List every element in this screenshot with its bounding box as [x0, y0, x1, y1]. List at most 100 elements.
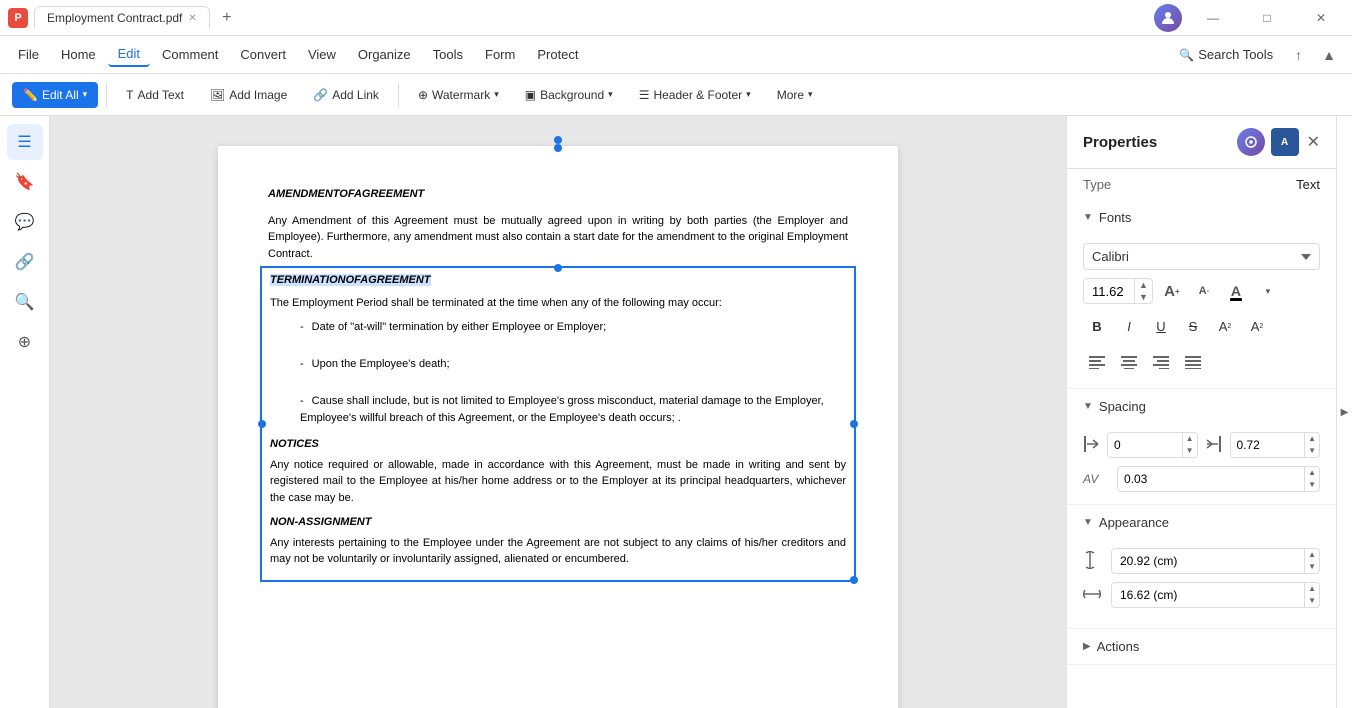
menu-item-home[interactable]: Home — [51, 43, 106, 66]
document-area[interactable]: AMENDMENTOFAGREEMENT Any Amendment of th… — [50, 116, 1066, 708]
font-size-up[interactable]: ▲ — [1135, 279, 1152, 291]
add-image-icon: 🖼 — [210, 88, 225, 102]
menu-item-form[interactable]: Form — [475, 43, 525, 66]
background-arrow: ▾ — [608, 89, 613, 100]
menu-item-convert[interactable]: Convert — [230, 43, 296, 66]
spacing-av-input[interactable]: 0.03 ▲ ▼ — [1117, 466, 1320, 492]
ms-button[interactable]: A — [1271, 128, 1299, 156]
fonts-section-header[interactable]: ▼ Fonts — [1067, 200, 1336, 235]
font-color-btn[interactable]: A — [1223, 278, 1249, 304]
new-tab-button[interactable]: + — [216, 7, 238, 29]
align-right-btn[interactable] — [1147, 348, 1175, 376]
appearance-collapse-icon: ▼ — [1083, 517, 1093, 528]
actions-section-header[interactable]: ▶ Actions — [1067, 629, 1336, 664]
menu-item-tools[interactable]: Tools — [423, 43, 473, 66]
panel-close-button[interactable]: ✕ — [1307, 132, 1320, 152]
appearance-section-header[interactable]: ▼ Appearance — [1067, 505, 1336, 540]
watermark-button[interactable]: ⊕ Watermark ▾ — [407, 82, 510, 108]
superscript-button[interactable]: A2 — [1211, 312, 1239, 340]
resize-handle-right-sel[interactable] — [850, 420, 858, 428]
sidebar-icon-search[interactable]: 🔍 — [7, 284, 43, 320]
header-footer-arrow: ▾ — [746, 89, 751, 100]
actions-label: Actions — [1097, 639, 1140, 654]
resize-handle-top[interactable] — [554, 136, 562, 144]
collapse-button[interactable]: ▲ — [1314, 43, 1344, 67]
header-footer-button[interactable]: ☰ Header & Footer ▾ — [628, 82, 762, 108]
ai-button[interactable] — [1237, 128, 1265, 156]
spacing-right-up[interactable]: ▲ — [1305, 433, 1319, 445]
sidebar-icon-links[interactable]: 🔗 — [7, 244, 43, 280]
width-down[interactable]: ▼ — [1305, 595, 1319, 607]
spacing-right-input[interactable]: 0.72 ▲ ▼ — [1230, 432, 1321, 458]
maximize-button[interactable]: □ — [1244, 0, 1290, 36]
width-up[interactable]: ▲ — [1305, 583, 1319, 595]
edit-all-arrow: ▾ — [83, 89, 88, 100]
font-increase-btn[interactable]: A+ — [1159, 278, 1185, 304]
watermark-label: Watermark — [432, 88, 490, 102]
header-footer-icon: ☰ — [639, 88, 650, 102]
add-image-button[interactable]: 🖼 Add Image — [199, 82, 298, 108]
format-row: B I U S A2 A2 — [1083, 312, 1320, 340]
heading-notices: NOTICES — [270, 436, 846, 453]
type-row: Type Text — [1067, 169, 1336, 200]
underline-button[interactable]: U — [1147, 312, 1175, 340]
add-link-button[interactable]: 🔗 Add Link — [302, 82, 390, 108]
resize-handle-left-sel[interactable] — [258, 420, 266, 428]
spacing-section: ▼ Spacing 0 ▲ — [1067, 389, 1336, 505]
subscript-button[interactable]: A2 — [1243, 312, 1271, 340]
menu-item-protect[interactable]: Protect — [527, 43, 588, 66]
bullet-1: -Date of "at-will" termination by either… — [300, 319, 846, 336]
italic-button[interactable]: I — [1115, 312, 1143, 340]
edit-all-button[interactable]: ✏️ Edit All ▾ — [12, 82, 98, 108]
right-collapse-button[interactable]: ▶ — [1336, 116, 1352, 708]
menu-item-comment[interactable]: Comment — [152, 43, 228, 66]
height-input[interactable]: 20.92 (cm) ▲ ▼ — [1111, 548, 1320, 574]
font-color-arrow[interactable]: ▾ — [1255, 278, 1281, 304]
height-up[interactable]: ▲ — [1305, 549, 1319, 561]
user-avatar[interactable] — [1154, 4, 1182, 32]
spacing-left-down[interactable]: ▼ — [1183, 445, 1197, 457]
spacing-right-down[interactable]: ▼ — [1305, 445, 1319, 457]
add-text-button[interactable]: T Add Text — [115, 82, 195, 108]
menu-item-edit[interactable]: Edit — [108, 42, 150, 67]
active-tab[interactable]: Employment Contract.pdf ✕ — [34, 6, 210, 29]
upload-button[interactable]: ↑ — [1287, 43, 1310, 67]
more-button[interactable]: More ▾ — [766, 82, 824, 108]
menu-item-organize[interactable]: Organize — [348, 43, 421, 66]
spacing-left-up[interactable]: ▲ — [1183, 433, 1197, 445]
width-input[interactable]: 16.62 (cm) ▲ ▼ — [1111, 582, 1320, 608]
align-left-btn[interactable] — [1083, 348, 1111, 376]
height-down[interactable]: ▼ — [1305, 561, 1319, 573]
minimize-button[interactable]: — — [1190, 0, 1236, 36]
font-size-down[interactable]: ▼ — [1135, 291, 1152, 303]
sidebar-icon-pages[interactable]: ☰ — [7, 124, 43, 160]
resize-handle-top-sel[interactable] — [554, 264, 562, 272]
bold-button[interactable]: B — [1083, 312, 1111, 340]
font-decrease-btn[interactable]: A- — [1191, 278, 1217, 304]
spacing-left-input[interactable]: 0 ▲ ▼ — [1107, 432, 1198, 458]
search-tools-button[interactable]: 🔍 Search Tools — [1169, 43, 1283, 66]
sidebar-icon-layers[interactable]: ⊕ — [7, 324, 43, 360]
background-button[interactable]: ▣ Background ▾ — [514, 82, 624, 108]
font-select[interactable]: CalibriArialTimes New Roman — [1083, 243, 1320, 270]
app-icon: P — [8, 8, 28, 28]
menu-item-file[interactable]: File — [8, 43, 49, 66]
tab-close-btn[interactable]: ✕ — [188, 13, 196, 24]
resize-handle-bottomright-sel[interactable] — [850, 576, 858, 584]
para-amendment: Any Amendment of this Agreement must be … — [268, 213, 848, 263]
align-justify-btn[interactable] — [1179, 348, 1207, 376]
more-arrow: ▾ — [808, 89, 813, 100]
resize-handle-top2[interactable] — [554, 144, 562, 152]
menu-item-view[interactable]: View — [298, 43, 346, 66]
sidebar-icon-comments[interactable]: 💬 — [7, 204, 43, 240]
spacing-av-up[interactable]: ▲ — [1305, 467, 1319, 479]
sidebar-icon-bookmarks[interactable]: 🔖 — [7, 164, 43, 200]
spacing-section-header[interactable]: ▼ Spacing — [1067, 389, 1336, 424]
edit-all-label: Edit All — [42, 88, 79, 102]
align-center-btn[interactable] — [1115, 348, 1143, 376]
close-button[interactable]: ✕ — [1298, 0, 1344, 36]
strikethrough-button[interactable]: S — [1179, 312, 1207, 340]
spacing-right-icon — [1206, 436, 1226, 455]
font-size-input[interactable]: 11.62 ▲ ▼ — [1083, 278, 1153, 304]
spacing-av-down[interactable]: ▼ — [1305, 479, 1319, 491]
